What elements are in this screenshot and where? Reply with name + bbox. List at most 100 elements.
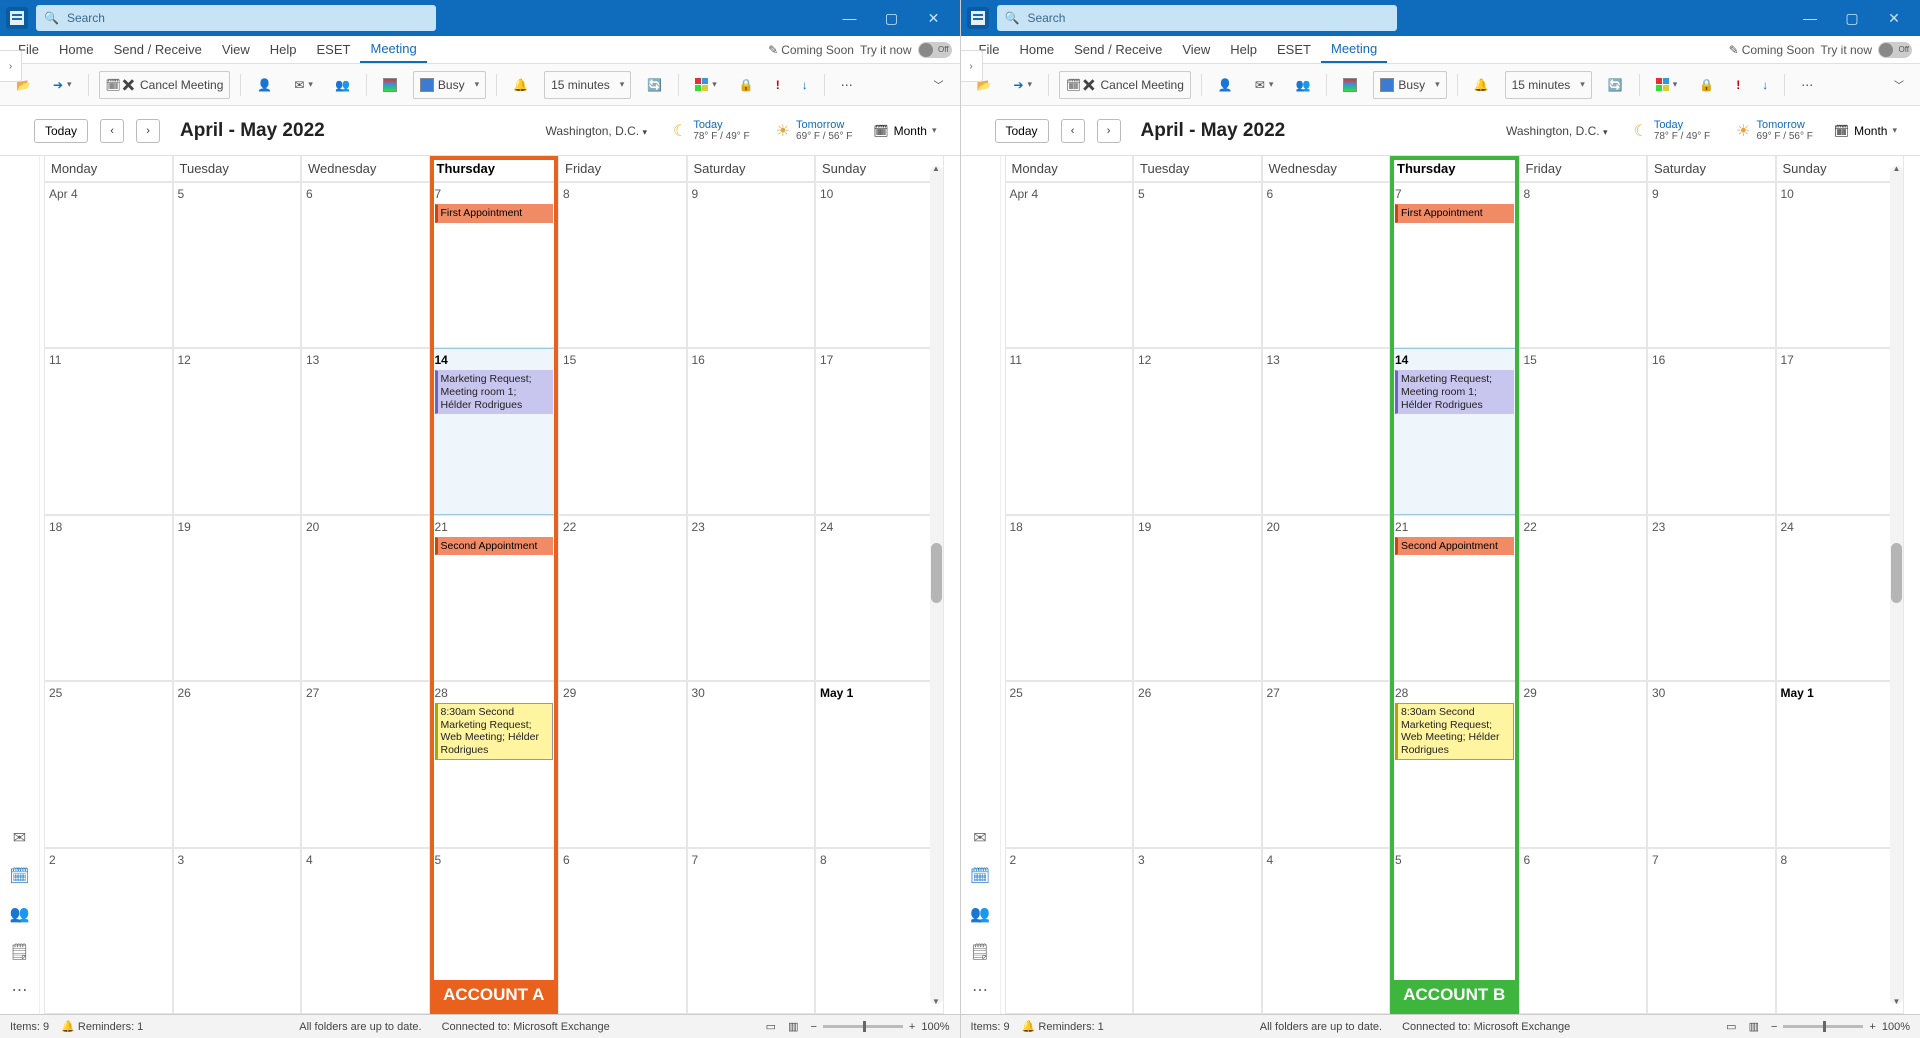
calendar-cell[interactable]: 10 [1776, 182, 1905, 348]
zoom-out[interactable]: − [1771, 1021, 1777, 1033]
calendar-cell[interactable]: 9 [687, 182, 816, 348]
today-button[interactable]: Today [995, 119, 1049, 143]
calendar-cell[interactable]: 15 [558, 348, 687, 514]
weather-location[interactable]: Washington, D.C. ▾ [546, 124, 647, 138]
calendar-cell[interactable]: 22 [1519, 515, 1648, 681]
calendar-cell[interactable]: 11 [44, 348, 173, 514]
window-close[interactable]: ✕ [914, 0, 954, 36]
window-maximize[interactable]: ▢ [872, 0, 912, 36]
calendar-cell[interactable]: 5 [173, 182, 302, 348]
high-importance-button[interactable]: ! [770, 71, 786, 99]
zoom-slider[interactable] [1783, 1025, 1863, 1028]
calendar-cell[interactable]: 17 [815, 348, 944, 514]
calendar-cell[interactable]: 17 [1776, 348, 1905, 514]
zoom-in[interactable]: + [1869, 1021, 1875, 1033]
calendar-cell[interactable]: 3 [173, 848, 302, 1014]
calendar-cell[interactable]: 10 [815, 182, 944, 348]
mail-nav[interactable]: ✉ [973, 828, 986, 848]
menu-tab-help[interactable]: Help [1220, 37, 1267, 62]
next-period[interactable]: › [136, 119, 160, 143]
low-importance-button[interactable]: ↓ [796, 71, 814, 99]
menu-tab-meeting[interactable]: Meeting [360, 36, 426, 63]
calendar-cell[interactable]: 27 [301, 681, 430, 847]
view-normal-button[interactable]: ▭ [766, 1020, 776, 1033]
view-reading-button[interactable]: ▥ [788, 1020, 798, 1033]
more-nav[interactable]: ⋯ [12, 980, 28, 1000]
cancel-meeting-button[interactable]: 🗓✖Cancel Meeting [99, 71, 231, 99]
more-nav[interactable]: ⋯ [972, 980, 988, 1000]
calendar-event[interactable]: Marketing Request; Meeting room 1; Hélde… [435, 370, 554, 414]
calendar-cell[interactable]: 26 [1133, 681, 1262, 847]
calendar-cell[interactable]: 19 [173, 515, 302, 681]
calendar-cell[interactable]: 288:30am Second Marketing Request; Web M… [1390, 681, 1519, 847]
calendar-cell[interactable]: 23 [1647, 515, 1776, 681]
calendar-cell[interactable]: 15 [1519, 348, 1648, 514]
response-options-button[interactable]: ✉▾ [288, 71, 319, 99]
calendar-cell[interactable]: 6 [1519, 848, 1648, 1014]
calendar-event[interactable]: Marketing Request; Meeting room 1; Hélde… [1395, 370, 1514, 414]
private-button[interactable]: 🔒 [733, 71, 760, 99]
ribbon-collapse[interactable]: ﹀ [928, 71, 950, 99]
mail-nav[interactable]: ✉ [13, 828, 26, 848]
calendar-cell[interactable]: Apr 4 [1005, 182, 1134, 348]
ribbon-collapse[interactable]: ﹀ [1888, 71, 1910, 99]
calendar-cell[interactable]: 4 [301, 848, 430, 1014]
calendar-cell[interactable]: 27 [1262, 681, 1391, 847]
recurrence-button[interactable]: 🔄 [1602, 71, 1629, 99]
scrollbar[interactable]: ▲▼ [930, 166, 943, 1004]
calendar-cell[interactable]: 5 [430, 848, 559, 1014]
calendar-nav[interactable]: 🗓 [970, 866, 990, 886]
calendar-cell[interactable]: 12 [1133, 348, 1262, 514]
calendar-cell[interactable]: 7First Appointment [1390, 182, 1519, 348]
calendar-cell[interactable]: 7 [1647, 848, 1776, 1014]
search-input[interactable]: 🔍 Search [997, 5, 1397, 31]
zoom-in[interactable]: + [909, 1021, 915, 1033]
calendar-cell[interactable]: 24 [1776, 515, 1905, 681]
calendar-cell[interactable]: 21Second Appointment [1390, 515, 1519, 681]
window-minimize[interactable]: — [830, 0, 870, 36]
tracking-button[interactable]: 👥 [1289, 71, 1316, 99]
calendar-cell[interactable]: 11 [1005, 348, 1134, 514]
calendar-event[interactable]: First Appointment [1395, 204, 1514, 223]
menu-tab-send-receive[interactable]: Send / Receive [104, 37, 212, 62]
expand-nav[interactable]: › [961, 50, 983, 82]
menu-tab-meeting[interactable]: Meeting [1321, 36, 1387, 63]
expand-nav[interactable]: › [0, 50, 22, 82]
view-reading-button[interactable]: ▥ [1749, 1020, 1759, 1033]
prev-period[interactable]: ‹ [100, 119, 124, 143]
try-it-now[interactable]: Try it now [860, 43, 912, 57]
calendar-cell[interactable]: May 1 [1776, 681, 1905, 847]
menu-tab-view[interactable]: View [1172, 37, 1220, 62]
reminder-bell-button[interactable]: 🔔 [1468, 71, 1495, 99]
calendar-cell[interactable]: 8 [1519, 182, 1648, 348]
tasks-nav[interactable]: 🗒 [9, 942, 29, 962]
today-button[interactable]: Today [34, 119, 88, 143]
calendar-cell[interactable]: 5 [1390, 848, 1519, 1014]
calendar-cell[interactable]: 25 [44, 681, 173, 847]
people-nav[interactable]: 👥 [970, 904, 990, 924]
calendar-cell[interactable]: 20 [1262, 515, 1391, 681]
forward-button[interactable]: ➔▾ [47, 71, 78, 99]
forward-button[interactable]: ➔▾ [1007, 71, 1038, 99]
calendar-cell[interactable]: 19 [1133, 515, 1262, 681]
categorize-button[interactable]: ▾ [689, 71, 723, 99]
window-maximize[interactable]: ▢ [1832, 0, 1872, 36]
window-minimize[interactable]: — [1790, 0, 1830, 36]
calendar-cell[interactable]: 30 [1647, 681, 1776, 847]
calendar-cell[interactable]: 2 [44, 848, 173, 1014]
calendar-event[interactable]: First Appointment [435, 204, 554, 223]
calendar-cell[interactable]: 7First Appointment [430, 182, 559, 348]
menu-tab-eset[interactable]: ESET [307, 37, 361, 62]
high-importance-button[interactable]: ! [1730, 71, 1746, 99]
reminder-time[interactable]: 15 minutes▾ [1505, 71, 1592, 99]
recurrence-button[interactable]: 🔄 [641, 71, 668, 99]
calendar-event[interactable]: 8:30am Second Marketing Request; Web Mee… [435, 703, 554, 759]
show-as-busy[interactable]: Busy▾ [1373, 71, 1446, 99]
calendar-cell[interactable]: 20 [301, 515, 430, 681]
try-it-now[interactable]: Try it now [1820, 43, 1872, 57]
calendar-cell[interactable]: 3 [1133, 848, 1262, 1014]
menu-tab-eset[interactable]: ESET [1267, 37, 1321, 62]
reminder-time[interactable]: 15 minutes▾ [544, 71, 631, 99]
calendar-cell[interactable]: 23 [687, 515, 816, 681]
calendar-cell[interactable]: May 1 [815, 681, 944, 847]
